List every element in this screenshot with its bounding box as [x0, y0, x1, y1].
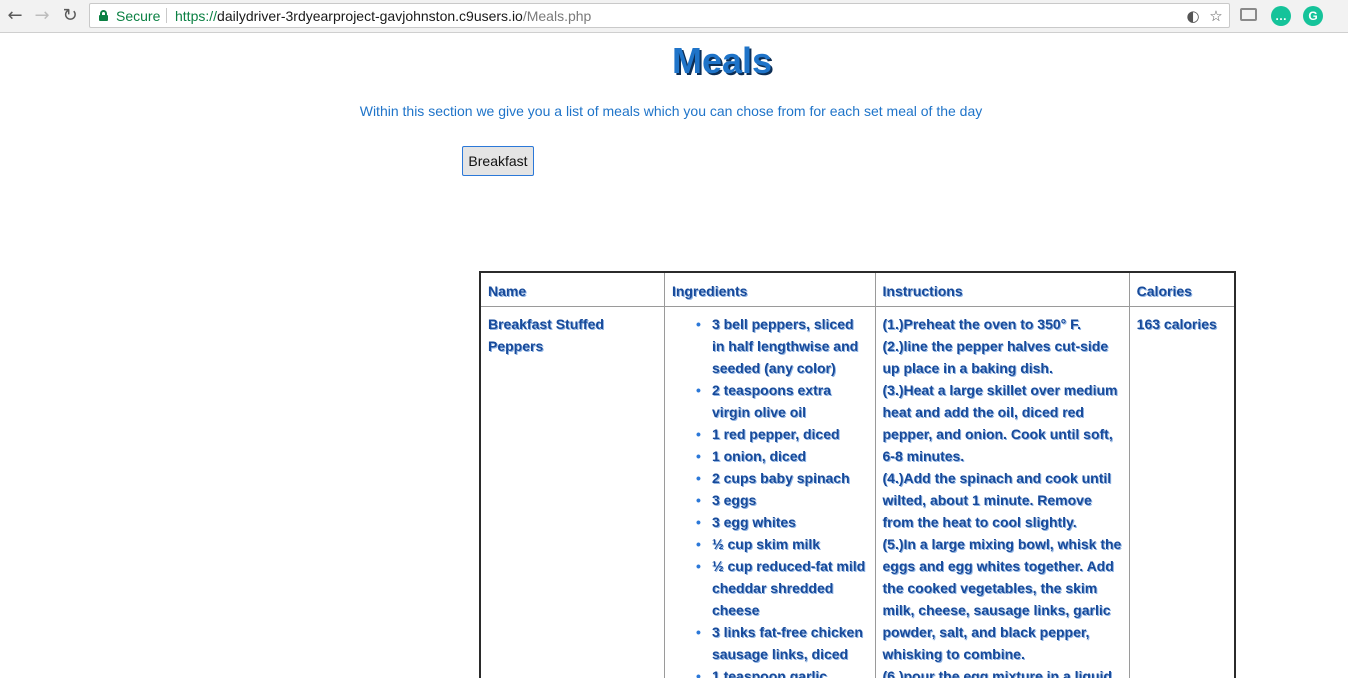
- ingredient-item: 1 teaspoon garlic: [696, 665, 868, 678]
- header-instructions: Instructions: [874, 271, 1130, 307]
- header-calories: Calories: [1128, 271, 1236, 307]
- lock-icon: [99, 10, 108, 21]
- ingredients-list: 3 bell peppers, sliced in half lengthwis…: [672, 313, 868, 678]
- url-path: /Meals.php: [522, 8, 592, 24]
- back-arrow-icon[interactable]: ←: [4, 5, 26, 27]
- ingredient-item: 3 links fat-free chicken sausage links, …: [696, 621, 868, 665]
- address-bar[interactable]: Secure https://dailydriver-3rdyearprojec…: [89, 3, 1230, 28]
- header-name: Name: [479, 271, 665, 307]
- address-separator: [166, 8, 167, 23]
- url-scheme: https://: [175, 8, 218, 24]
- chat-extension-icon[interactable]: …: [1271, 6, 1291, 26]
- meal-name: Breakfast Stuffed Peppers: [479, 306, 665, 678]
- grammarly-icon[interactable]: G: [1303, 6, 1323, 26]
- reload-icon[interactable]: ↻: [59, 5, 81, 27]
- header-ingredients: Ingredients: [663, 271, 876, 307]
- forward-arrow-icon[interactable]: →: [31, 5, 53, 27]
- meal-instructions: (1.)Preheat the oven to 350° F. (2.)line…: [874, 306, 1130, 678]
- table-header-row: Name Ingredients Instructions Calories: [479, 271, 1236, 307]
- url-host: dailydriver-3rdyearproject-gavjohnston.c…: [217, 8, 523, 24]
- ingredient-item: 3 egg whites: [696, 511, 868, 533]
- ingredient-item: 1 onion, diced: [696, 445, 868, 467]
- ingredient-item: 3 bell peppers, sliced in half lengthwis…: [696, 313, 868, 379]
- table-row: Breakfast Stuffed Peppers 3 bell peppers…: [479, 306, 1236, 678]
- instruction-step: (4.)Add the spinach and cook until wilte…: [882, 470, 1112, 530]
- ingredient-item: 2 cups baby spinach: [696, 467, 868, 489]
- meals-table: Name Ingredients Instructions Calories B…: [479, 271, 1236, 678]
- instruction-step: (1.)Preheat the oven to 350° F.: [882, 316, 1082, 332]
- ingredient-item: 2 teaspoons extra virgin olive oil: [696, 379, 868, 423]
- instruction-step: (2.)line the pepper halves cut-side up p…: [882, 338, 1109, 376]
- meal-calories: 163 calories: [1128, 306, 1236, 678]
- intro-text: Within this section we give you a list o…: [359, 103, 983, 119]
- site-settings-icon[interactable]: ◐: [1184, 7, 1202, 25]
- ingredient-item: 1 red pepper, diced: [696, 423, 868, 445]
- browser-toolbar: ← → ↻ Secure https://dailydriver-3rdyear…: [0, 0, 1348, 33]
- instruction-step: (6.)pour the egg mixture in a liquid: [882, 668, 1112, 678]
- secure-label: Secure: [116, 8, 161, 24]
- breakfast-button[interactable]: Breakfast: [462, 146, 534, 176]
- cast-icon[interactable]: [1240, 8, 1257, 21]
- instruction-step: (5.)In a large mixing bowl, whisk the eg…: [882, 536, 1122, 662]
- ingredient-item: ½ cup skim milk: [696, 533, 868, 555]
- url-text[interactable]: https://dailydriver-3rdyearproject-gavjo…: [175, 8, 591, 24]
- page-title: Meals: [671, 40, 773, 81]
- instruction-step: (3.)Heat a large skillet over medium hea…: [882, 382, 1118, 464]
- meal-ingredients: 3 bell peppers, sliced in half lengthwis…: [663, 306, 876, 678]
- ingredient-item: 3 eggs: [696, 489, 868, 511]
- ingredient-item: ½ cup reduced-fat mild cheddar shredded …: [696, 555, 868, 621]
- star-icon[interactable]: ☆: [1207, 7, 1225, 25]
